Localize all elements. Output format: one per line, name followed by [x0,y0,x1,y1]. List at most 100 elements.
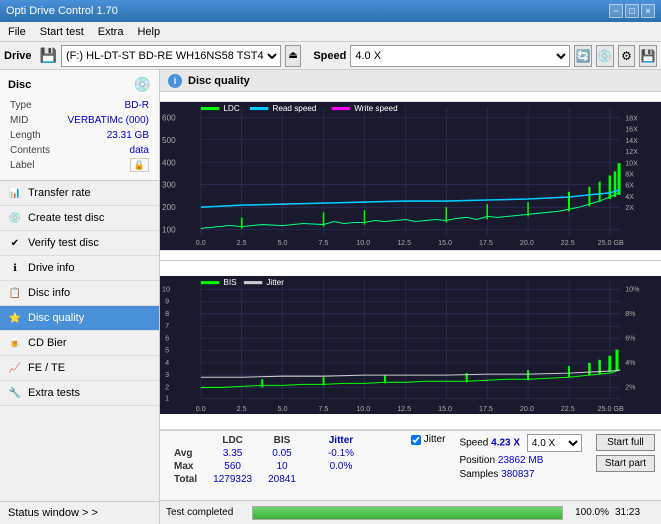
stats-bar: LDC BIS Jitter Avg 3.35 0.05 -0.1% Max [160,430,661,500]
status-window-button[interactable]: Status window > > [0,501,159,524]
svg-text:4: 4 [165,359,169,367]
extra-tests-icon: 🔧 [8,386,22,400]
sidebar-item-disc-quality[interactable]: ⭐ Disc quality [0,306,159,331]
create-test-disc-label: Create test disc [28,212,104,224]
bottom-chart: 10 9 8 7 6 5 4 3 2 1 10% 8% 6% 4% 2% [160,261,661,430]
jitter-col-header: Jitter [320,434,362,447]
svg-text:8%: 8% [625,310,636,318]
disc-quality-header-title: Disc quality [188,75,250,87]
svg-text:2.5: 2.5 [237,405,247,413]
total-bis: 20841 [260,473,304,486]
disc-panel: Disc 💿 Type BD-R MID VERBATIMc (000) Len… [0,70,159,181]
jitter-area: Jitter [411,434,446,445]
svg-text:17.5: 17.5 [479,405,493,413]
svg-text:5: 5 [165,347,169,355]
drive-label: Drive [4,50,32,62]
fe-te-label: FE / TE [28,362,65,374]
svg-text:8X: 8X [625,171,634,179]
start-full-button[interactable]: Start full [596,434,655,451]
max-label: Max [166,460,205,473]
svg-text:2X: 2X [625,204,634,212]
sidebar-item-cd-bier[interactable]: 🍺 CD Bier [0,331,159,356]
svg-text:22.5: 22.5 [561,239,575,247]
sidebar-item-fe-te[interactable]: 📈 FE / TE [0,356,159,381]
svg-text:2.5: 2.5 [237,239,247,247]
svg-text:6%: 6% [625,334,636,342]
disc-info-table: Type BD-R MID VERBATIMc (000) Length 23.… [8,97,151,174]
avg-jitter: -0.1% [320,447,362,460]
bottom-chart-svg: 10 9 8 7 6 5 4 3 2 1 10% 8% 6% 4% 2% [160,261,661,429]
svg-text:12.5: 12.5 [397,239,411,247]
svg-text:LDC: LDC [223,104,239,113]
eject-button[interactable]: ⏏ [285,45,301,67]
disc-quality-label: Disc quality [28,312,84,324]
speed-value: 4.23 X [491,438,520,449]
sidebar-item-verify-test-disc[interactable]: ✔ Verify test disc [0,231,159,256]
svg-text:10%: 10% [625,285,640,293]
time-elapsed: 31:23 [615,507,655,518]
position-row: Position 23862 MB [459,455,581,466]
progress-fill [253,507,562,519]
svg-text:8: 8 [165,310,169,318]
create-test-disc-icon: 💿 [8,211,22,225]
ldc-header: LDC [205,434,260,447]
svg-text:Read speed: Read speed [272,104,316,113]
disc-mid-value: VERBATIMc (000) [57,114,149,127]
stats-table-area: LDC BIS Jitter Avg 3.35 0.05 -0.1% Max [166,434,401,486]
settings-button[interactable]: ⚙ [618,45,636,67]
sidebar-item-drive-info[interactable]: ℹ Drive info [0,256,159,281]
stats-table: LDC BIS Jitter Avg 3.35 0.05 -0.1% Max [166,434,362,486]
svg-text:14X: 14X [625,137,638,145]
jitter-checkbox[interactable] [411,435,421,445]
sidebar: Disc 💿 Type BD-R MID VERBATIMc (000) Len… [0,70,160,524]
drive-selector[interactable]: (F:) HL-DT-ST BD-RE WH16NS58 TST4 [61,45,281,67]
svg-text:10: 10 [162,285,170,293]
progress-percent: 100.0% [569,507,609,518]
save-button[interactable]: 💾 [639,45,657,67]
total-ldc: 1279323 [205,473,260,486]
speed-label: Speed [459,438,491,449]
speed-selector[interactable]: 4.0 X [350,45,570,67]
svg-text:9: 9 [165,298,169,306]
progress-track [252,506,563,520]
svg-text:7: 7 [165,322,169,330]
start-part-button[interactable]: Start part [596,455,655,472]
disc-type-label: Type [10,99,55,112]
avg-ldc: 3.35 [205,447,260,460]
disc-info-label: Disc info [28,287,70,299]
svg-text:300: 300 [162,181,176,190]
disc-icon: 💿 [134,76,151,93]
app-title: Opti Drive Control 1.70 [6,5,118,17]
status-window-label: Status window > > [8,507,98,519]
menu-start-test[interactable]: Start test [36,25,88,39]
speed-selector-stats[interactable]: 4.0 X [527,434,582,452]
minimize-button[interactable]: − [609,4,623,18]
svg-text:12.5: 12.5 [397,405,411,413]
menu-file[interactable]: File [4,25,30,39]
close-button[interactable]: × [641,4,655,18]
disc-quality-header-icon: i [168,74,182,88]
svg-text:1: 1 [165,395,169,403]
sidebar-item-transfer-rate[interactable]: 📊 Transfer rate [0,181,159,206]
svg-text:20.0: 20.0 [520,405,534,413]
menu-help[interactable]: Help [133,25,164,39]
avg-bis: 0.05 [260,447,304,460]
samples-value: 380837 [501,469,534,480]
drive-info-icon: ℹ [8,261,22,275]
refresh-button[interactable]: 🔄 [574,45,592,67]
speed-row: Speed 4.23 X 4.0 X [459,434,581,452]
disc-label-label: Label [10,159,55,172]
sidebar-item-extra-tests[interactable]: 🔧 Extra tests [0,381,159,406]
sidebar-item-disc-info[interactable]: 📋 Disc info [0,281,159,306]
titlebar: Opti Drive Control 1.70 − □ × [0,0,661,22]
disc-contents-label: Contents [10,144,55,157]
disc-icon-button[interactable]: 💿 [596,45,614,67]
menubar: File Start test Extra Help [0,22,661,42]
label-edit-button[interactable]: 🔒 [130,158,149,172]
total-label: Total [166,473,205,486]
menu-extra[interactable]: Extra [94,25,128,39]
svg-text:6: 6 [165,334,169,342]
max-bis: 10 [260,460,304,473]
maximize-button[interactable]: □ [625,4,639,18]
sidebar-item-create-test-disc[interactable]: 💿 Create test disc [0,206,159,231]
